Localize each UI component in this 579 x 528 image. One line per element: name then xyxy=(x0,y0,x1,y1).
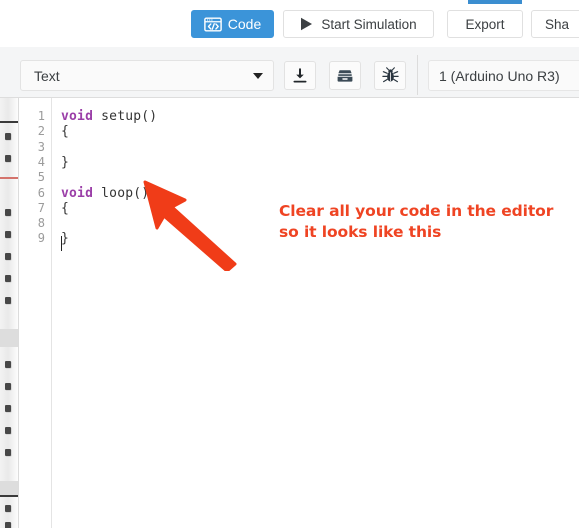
export-button[interactable]: Export xyxy=(447,10,523,38)
active-tab-indicator xyxy=(468,0,522,4)
breadboard-feature xyxy=(5,427,11,434)
line-number: 4 xyxy=(37,154,45,169)
code-text: { xyxy=(61,124,70,140)
breadboard-feature xyxy=(0,121,18,123)
board-select-value: 1 (Arduino Uno R3) xyxy=(439,67,560,84)
code-line[interactable]: void setup() xyxy=(61,109,157,124)
code-keyword: void xyxy=(61,109,94,124)
code-text: { xyxy=(61,200,70,216)
breadboard-feature xyxy=(0,495,18,497)
breadboard-feature xyxy=(5,209,11,216)
breadboard-feature xyxy=(5,253,11,260)
download-button[interactable] xyxy=(284,61,316,90)
line-number: 1 xyxy=(37,109,45,123)
line-number: 3 xyxy=(37,139,45,154)
start-simulation-button[interactable]: Start Simulation xyxy=(283,10,434,38)
library-box-icon xyxy=(337,69,353,82)
code-button-label: Code xyxy=(227,16,262,32)
code-keyword: void xyxy=(61,185,94,201)
breadboard-feature xyxy=(0,329,18,347)
code-line[interactable]: { xyxy=(61,124,69,139)
line-number: 2 xyxy=(37,124,45,139)
debug-button[interactable] xyxy=(374,61,406,90)
language-select-value: Text xyxy=(34,67,60,84)
bug-icon xyxy=(381,67,399,83)
toolbar-divider xyxy=(417,55,418,95)
code-line[interactable]: void loop() xyxy=(61,186,149,201)
code-line[interactable]: { xyxy=(61,201,69,216)
export-button-label: Export xyxy=(465,16,505,32)
breadboard-feature xyxy=(5,231,11,238)
line-number: 8 xyxy=(37,216,45,231)
share-button-label: Sha xyxy=(545,16,570,32)
line-number: 7 xyxy=(37,200,45,215)
breadboard-feature xyxy=(0,177,18,179)
language-select[interactable]: Text xyxy=(20,60,274,91)
share-button[interactable]: Sha xyxy=(531,10,579,38)
breadboard-strip xyxy=(0,97,19,528)
breadboard-feature xyxy=(5,133,11,140)
code-text: loop() xyxy=(93,185,150,201)
breadboard-feature xyxy=(5,297,11,304)
chevron-down-icon xyxy=(253,72,263,79)
breadboard-feature xyxy=(5,449,11,456)
code-editor[interactable]: 123456789 void setup(){} void loop(){} xyxy=(19,98,579,528)
code-line[interactable]: } xyxy=(61,231,69,246)
code-line[interactable]: } xyxy=(61,155,69,170)
line-number: 6 xyxy=(37,185,45,200)
text-cursor xyxy=(61,236,62,251)
code-button[interactable]: Code xyxy=(191,10,274,38)
breadboard-feature xyxy=(5,155,11,162)
breadboard-feature xyxy=(5,522,11,528)
breadboard-feature xyxy=(5,361,11,368)
line-number: 9 xyxy=(37,231,45,246)
line-number-gutter: 123456789 xyxy=(19,98,52,528)
breadboard-feature xyxy=(5,383,11,390)
top-action-bar: Code Start Simulation Export Sha xyxy=(0,0,579,48)
library-button[interactable] xyxy=(329,61,361,90)
play-icon xyxy=(301,17,313,31)
code-text: } xyxy=(61,231,70,247)
breadboard-feature xyxy=(5,505,11,512)
line-number: 5 xyxy=(37,170,45,185)
download-icon xyxy=(293,67,307,83)
start-simulation-label: Start Simulation xyxy=(321,16,417,32)
code-text: setup() xyxy=(93,109,158,124)
breadboard-feature xyxy=(5,405,11,412)
board-select[interactable]: 1 (Arduino Uno R3) xyxy=(428,60,579,91)
breadboard-feature xyxy=(5,275,11,282)
code-text: } xyxy=(61,154,70,170)
code-window-icon xyxy=(203,16,222,32)
breadboard-feature xyxy=(0,481,18,495)
